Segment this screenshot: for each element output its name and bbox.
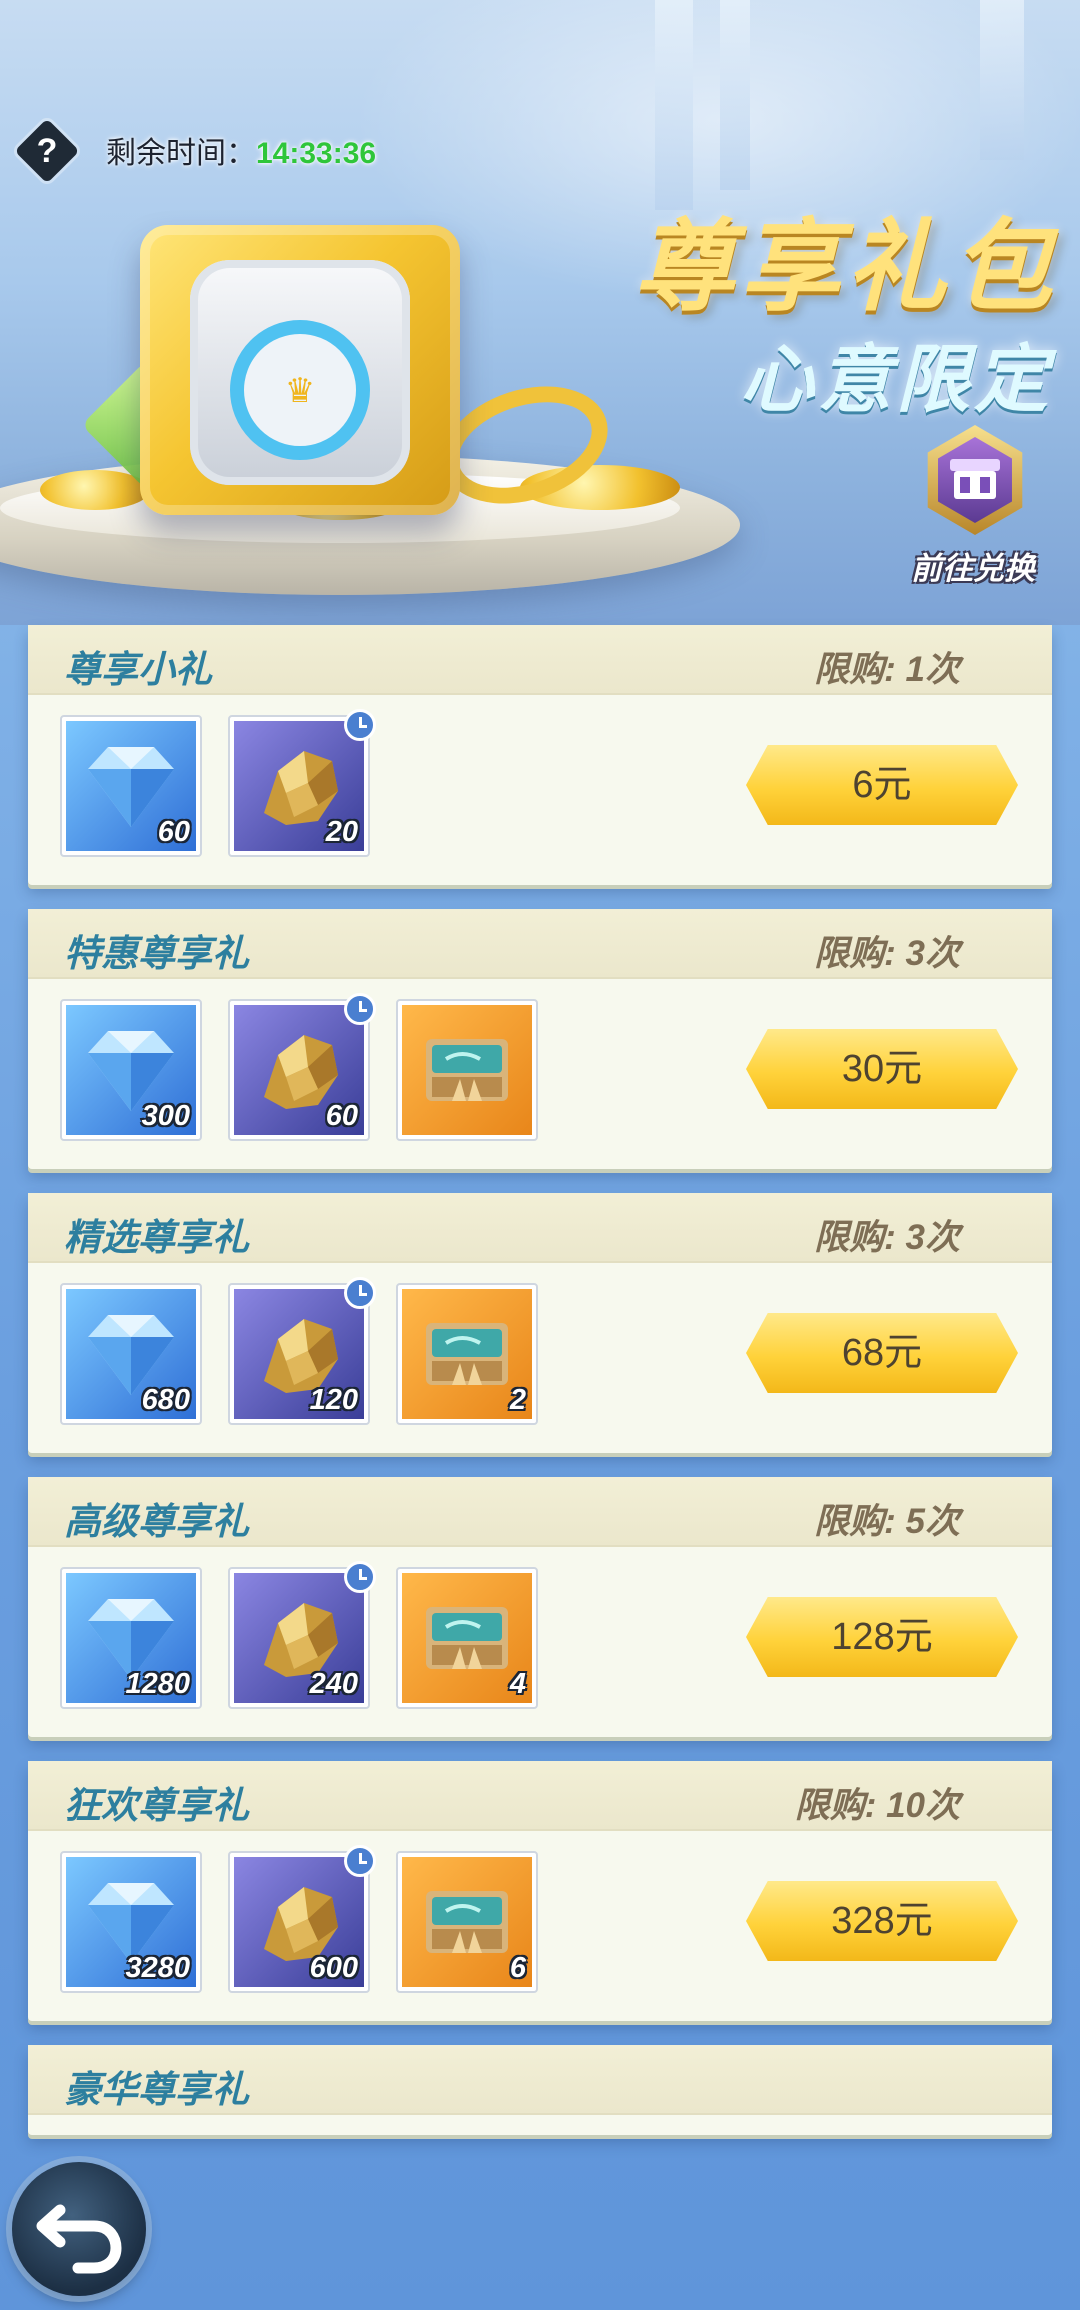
reward-item[interactable]: 60 [228, 993, 376, 1141]
reward-quantity: 120 [309, 1384, 358, 1416]
reward-quantity: 3280 [125, 1952, 190, 1984]
help-button[interactable]: ? [14, 118, 80, 184]
gift-pack-card: 特惠尊享礼 限购: 3次 300 60 30元 [28, 909, 1052, 1169]
chest-face: ♛ [190, 260, 410, 485]
crown-icon: ♛ [284, 372, 316, 410]
reward-quantity: 300 [141, 1100, 190, 1132]
pack-header: 狂欢尊享礼 限购: 10次 [28, 1761, 1052, 1831]
exchange-button[interactable]: 前往兑换 [898, 425, 1048, 586]
reward-quantity: 600 [309, 1952, 358, 1984]
purchase-limit: 限购: 1次 [814, 650, 960, 689]
clock-icon [344, 1845, 376, 1877]
reward-item[interactable]: 1280 [60, 1567, 202, 1709]
price-label: 30元 [841, 1048, 923, 1090]
question-icon: ? [36, 132, 58, 170]
pack-header: 豪华尊享礼 [28, 2045, 1052, 2115]
pack-title: 狂欢尊享礼 [64, 1785, 249, 1826]
reward-quantity: 60 [157, 816, 190, 848]
clock-icon [344, 1277, 376, 1309]
pack-title: 高级尊享礼 [64, 1501, 249, 1542]
back-arrow-icon [36, 2204, 122, 2274]
remaining-time-value: 14:33:36 [256, 137, 377, 170]
background-pillar [720, 0, 750, 190]
treasure-chest-illustration: ♛ [140, 225, 460, 515]
shop-icon [944, 455, 1006, 503]
background-pillar [655, 0, 693, 210]
pack-header: 特惠尊享礼 限购: 3次 [28, 909, 1052, 979]
reward-item[interactable]: 600 [228, 1845, 376, 1993]
page-subtitle: 心意限定 [740, 338, 1052, 421]
chest-emblem-ring: ♛ [230, 320, 370, 460]
price-label: 6元 [852, 764, 912, 806]
gift-pack-card: 精选尊享礼 限购: 3次 680 120 2 68元 [28, 1193, 1052, 1453]
reward-quantity: 6 [509, 1952, 526, 1984]
reward-item[interactable]: 300 [60, 999, 202, 1141]
pack-title: 尊享小礼 [64, 649, 212, 690]
background-pillar [980, 0, 1024, 160]
remaining-time-label: 剩余时间： [106, 137, 256, 170]
reward-quantity: 240 [309, 1668, 358, 1700]
purchase-limit: 限购: 3次 [814, 934, 960, 973]
page-title: 尊享礼包 [634, 211, 1058, 323]
reward-item[interactable]: 20 [228, 709, 376, 857]
pack-header: 高级尊享礼 限购: 5次 [28, 1477, 1052, 1547]
reward-item[interactable]: 2 [396, 1283, 538, 1425]
reward-quantity: 20 [325, 816, 358, 848]
purchase-limit: 限购: 5次 [814, 1502, 960, 1541]
pack-title: 特惠尊享礼 [64, 933, 249, 974]
clock-icon [344, 709, 376, 741]
pack-title: 豪华尊享礼 [64, 2069, 249, 2110]
reward-quantity: 2 [509, 1384, 526, 1416]
buy-button[interactable]: 6元 [746, 745, 1018, 825]
gift-pack-card: 狂欢尊享礼 限购: 10次 3280 600 6 328元 [28, 1761, 1052, 2021]
purchase-limit: 限购: 10次 [794, 1786, 960, 1825]
remaining-time: 剩余时间：14:33:36 [106, 128, 376, 172]
gift-pack-card: 尊享小礼 限购: 1次 60 20 6元 [28, 625, 1052, 885]
gift-pack-card: 高级尊享礼 限购: 5次 1280 240 4 128元 [28, 1477, 1052, 1737]
top-banner: ♛ ? 剩余时间：14:33:36 尊享礼包 心意限定 前往兑换 [0, 0, 1080, 625]
reward-item[interactable]: 60 [60, 715, 202, 857]
reward-item[interactable]: 4 [396, 1567, 538, 1709]
reward-item[interactable]: 680 [60, 1283, 202, 1425]
buy-button[interactable]: 328元 [746, 1881, 1018, 1961]
pack-title: 精选尊享礼 [64, 1217, 249, 1258]
back-button[interactable] [12, 2162, 146, 2296]
reward-item[interactable] [396, 999, 538, 1141]
price-label: 128元 [831, 1616, 933, 1658]
pack-header: 尊享小礼 限购: 1次 [28, 625, 1052, 695]
reward-quantity: 1280 [125, 1668, 190, 1700]
reward-quantity: 4 [509, 1668, 526, 1700]
price-label: 328元 [831, 1900, 933, 1942]
gift-pack-list: 尊享小礼 限购: 1次 60 20 6元 特惠尊享礼 限购: 3次 300 60 30元 精选尊享礼… [28, 625, 1052, 2159]
exchange-label: 前往兑换 [911, 551, 1035, 586]
reward-quantity: 680 [141, 1384, 190, 1416]
reward-item[interactable]: 120 [228, 1277, 376, 1425]
pack-header: 精选尊享礼 限购: 3次 [28, 1193, 1052, 1263]
reward-item[interactable]: 3280 [60, 1851, 202, 1993]
reward-item[interactable]: 6 [396, 1851, 538, 1993]
buy-button[interactable]: 128元 [746, 1597, 1018, 1677]
buy-button[interactable]: 68元 [746, 1313, 1018, 1393]
clock-icon [344, 1561, 376, 1593]
gift-pack-card: 豪华尊享礼 [28, 2045, 1052, 2135]
buy-button[interactable]: 30元 [746, 1029, 1018, 1109]
reward-item[interactable]: 240 [228, 1561, 376, 1709]
reward-quantity: 60 [325, 1100, 358, 1132]
price-label: 68元 [841, 1332, 923, 1374]
purchase-limit: 限购: 3次 [814, 1218, 960, 1257]
clock-icon [344, 993, 376, 1025]
